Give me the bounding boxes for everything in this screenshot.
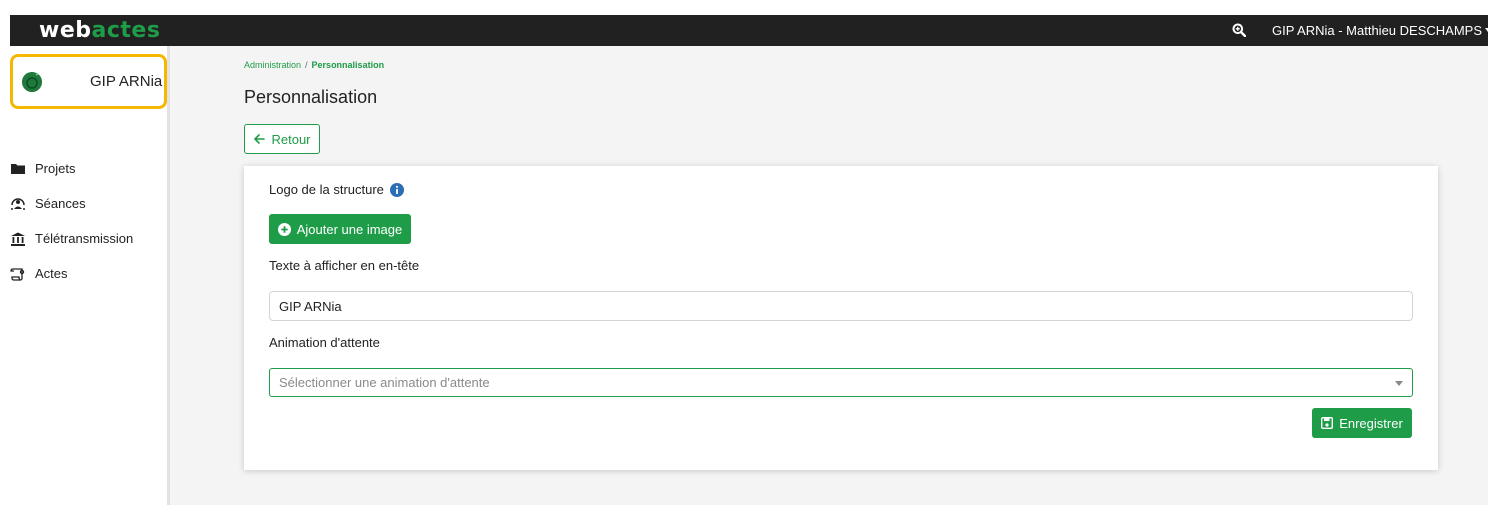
breadcrumb-link-administration[interactable]: Administration bbox=[244, 60, 301, 70]
search-zoom-icon[interactable] bbox=[1232, 23, 1246, 37]
loading-animation-select[interactable]: Sélectionner une animation d'attente bbox=[269, 368, 1413, 397]
institution-icon bbox=[11, 232, 25, 246]
organization-name: GIP ARNia bbox=[90, 73, 163, 90]
add-image-label: Ajouter une image bbox=[296, 221, 403, 237]
sidebar-item-label: Actes bbox=[35, 266, 68, 281]
app-window: webactes GIP ARNia - Matthieu DESCHAMPS … bbox=[10, 15, 1488, 505]
sidebar-item-seances[interactable]: Séances bbox=[10, 194, 167, 216]
sidebar-item-teletransmission[interactable]: Télétransmission bbox=[10, 229, 167, 251]
logo-field-label: Logo de la structure bbox=[269, 182, 404, 198]
back-button-label: Retour bbox=[271, 131, 311, 147]
folder-icon bbox=[11, 164, 25, 174]
header-text-label: Texte à afficher en en-tête bbox=[269, 258, 420, 273]
organization-header[interactable]: GIP ARNia bbox=[10, 54, 167, 109]
user-menu-label: GIP ARNia - Matthieu DESCHAMPS bbox=[1272, 23, 1482, 38]
add-image-button[interactable]: Ajouter une image bbox=[269, 214, 411, 244]
save-button[interactable]: Enregistrer bbox=[1312, 408, 1412, 438]
sidebar-item-actes[interactable]: Actes bbox=[10, 264, 167, 286]
breadcrumb-current: Personnalisation bbox=[311, 60, 385, 70]
page-title: Personnalisation bbox=[244, 87, 378, 107]
plus-circle-icon bbox=[277, 222, 291, 236]
breadcrumb: Administration / Personnalisation bbox=[244, 59, 384, 71]
sidebar-item-label: Projets bbox=[35, 161, 76, 176]
sidebar-item-label: Séances bbox=[35, 196, 86, 211]
app-logo[interactable]: webactes bbox=[39, 18, 160, 44]
loading-animation-label: Animation d'attente bbox=[269, 335, 380, 350]
sidebar-item-label: Télétransmission bbox=[35, 231, 134, 246]
select-placeholder: Sélectionner une animation d'attente bbox=[279, 375, 490, 390]
sidebar-item-projets[interactable]: Projets bbox=[10, 159, 167, 181]
logo-label-text: Logo de la structure bbox=[269, 182, 384, 197]
top-navbar: webactes GIP ARNia - Matthieu DESCHAMPS bbox=[10, 15, 1488, 46]
floppy-disk-icon bbox=[1321, 417, 1334, 429]
breadcrumb-separator: / bbox=[305, 60, 308, 70]
user-menu-dropdown[interactable]: GIP ARNia - Matthieu DESCHAMPS bbox=[1272, 23, 1488, 39]
dropdown-arrow-icon bbox=[1395, 381, 1403, 386]
caret-down-icon bbox=[1485, 28, 1488, 32]
personalization-card: Logo de la structure Ajouter une image T… bbox=[244, 166, 1438, 470]
save-button-label: Enregistrer bbox=[1339, 415, 1403, 431]
arrow-left-icon bbox=[254, 134, 266, 144]
header-text-input[interactable] bbox=[269, 291, 1413, 321]
back-button[interactable]: Retour bbox=[244, 124, 320, 154]
scroll-icon bbox=[10, 268, 25, 281]
meeting-icon bbox=[11, 198, 25, 210]
sidebar: GIP ARNia Projets Séances Télétransmissi… bbox=[10, 46, 170, 505]
organization-logo-icon bbox=[22, 72, 42, 92]
info-icon[interactable] bbox=[389, 183, 404, 197]
main-content: Administration / Personnalisation Personna… bbox=[170, 46, 1488, 505]
